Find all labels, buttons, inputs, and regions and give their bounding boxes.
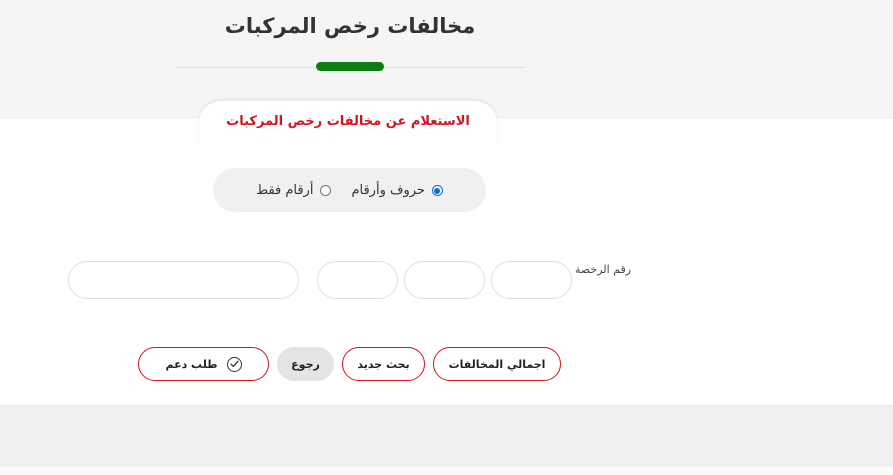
plate-number-input[interactable] bbox=[68, 261, 299, 299]
page-title: مخالفات رخص المركبات bbox=[224, 14, 476, 38]
footer-band bbox=[0, 405, 893, 468]
radio-letters-numbers-dot[interactable] bbox=[431, 185, 443, 196]
check-circle-icon bbox=[226, 356, 242, 372]
radio-letters-numbers[interactable]: حروف وأرقام bbox=[351, 183, 443, 198]
radio-numbers-only-label: أرقام فقط bbox=[256, 183, 314, 198]
plate-letter-input-1[interactable] bbox=[491, 261, 572, 299]
title-accent-bar bbox=[316, 62, 384, 71]
radio-letters-numbers-label: حروف وأرقام bbox=[351, 183, 425, 198]
bottom-strip bbox=[0, 467, 893, 475]
section-tab: الاستعلام عن مخالفات رخص المركبات bbox=[199, 101, 497, 145]
section-tab-label: الاستعلام عن مخالفات رخص المركبات bbox=[226, 114, 470, 129]
total-violations-label: اجمالي المخالفات bbox=[448, 357, 546, 371]
total-violations-button[interactable]: اجمالي المخالفات bbox=[433, 347, 561, 381]
new-search-label: بحث جديد bbox=[357, 357, 410, 371]
license-number-label: رقم الرخصة bbox=[575, 263, 632, 276]
plate-type-radio-group: حروف وأرقام أرقام فقط bbox=[213, 168, 486, 212]
back-label: رجوع bbox=[291, 357, 320, 371]
new-search-button[interactable]: بحث جديد bbox=[342, 347, 425, 381]
plate-letter-input-3[interactable] bbox=[317, 261, 398, 299]
radio-numbers-only-dot[interactable] bbox=[320, 185, 332, 196]
radio-numbers-only[interactable]: أرقام فقط bbox=[256, 183, 332, 198]
back-button[interactable]: رجوع bbox=[277, 347, 334, 381]
support-request-label: طلب دعم bbox=[165, 357, 218, 371]
support-request-button[interactable]: طلب دعم bbox=[138, 347, 269, 381]
plate-letter-input-2[interactable] bbox=[404, 261, 485, 299]
